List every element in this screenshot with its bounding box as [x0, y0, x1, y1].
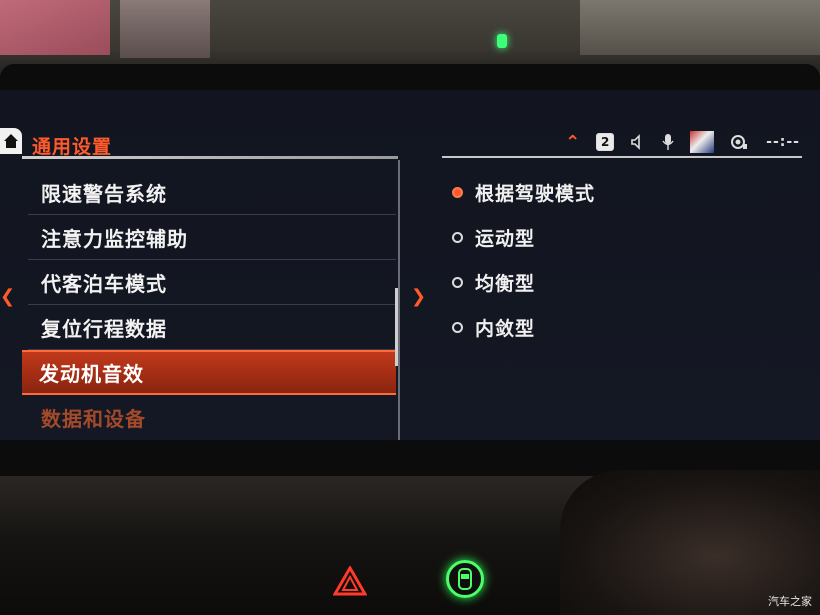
menu-item-speed-limit-warning[interactable]: 限速警告系统: [28, 170, 396, 215]
hazard-icon: [333, 566, 367, 596]
panel-divider: [398, 160, 400, 440]
options-underline: [442, 156, 802, 158]
title-underline: [22, 156, 398, 159]
menu-item-data-and-devices[interactable]: 数据和设备: [28, 395, 396, 440]
menu-item-label: 发动机音效: [39, 362, 144, 386]
menu-item-attention-assist[interactable]: 注意力监控辅助: [28, 215, 396, 260]
status-bar: ⌃ 2 --:--: [565, 131, 800, 153]
option-label: 内敛型: [475, 318, 536, 340]
home-button[interactable]: [0, 128, 22, 154]
radio-icon: [452, 322, 463, 333]
option-balanced[interactable]: 均衡型: [452, 260, 595, 305]
hazard-button[interactable]: [333, 565, 367, 597]
garage-pillar: [120, 0, 210, 58]
menu-item-label: 数据和设备: [41, 407, 146, 431]
radio-icon: [452, 232, 463, 243]
chevron-up-icon[interactable]: ⌃: [565, 132, 580, 153]
option-label: 均衡型: [475, 273, 536, 295]
page-title: 通用设置: [32, 136, 113, 158]
option-label: 根据驾驶模式: [475, 183, 596, 205]
chevron-right-icon[interactable]: ❯: [411, 286, 426, 307]
car-icon: [458, 568, 472, 590]
parking-assist-button[interactable]: [446, 560, 484, 598]
menu-scrollbar[interactable]: [395, 288, 398, 366]
engine-sound-options: 根据驾驶模式 运动型 均衡型 内敛型: [452, 170, 595, 350]
menu-item-reset-trip-data[interactable]: 复位行程数据: [28, 305, 396, 350]
home-icon: [4, 134, 18, 148]
connected-drive-icon[interactable]: [730, 133, 750, 151]
radio-selected-icon: [452, 187, 463, 198]
radio-icon: [452, 277, 463, 288]
option-label: 运动型: [475, 228, 536, 250]
menu-item-label: 限速警告系统: [41, 181, 167, 206]
speaker-icon[interactable]: [630, 134, 646, 150]
option-sport[interactable]: 运动型: [452, 215, 595, 260]
menu-fade: [28, 166, 396, 174]
menu-item-label: 注意力监控辅助: [41, 226, 188, 251]
menu-item-label: 复位行程数据: [41, 316, 167, 341]
media-thumbnail-icon[interactable]: [690, 131, 715, 153]
option-driving-mode[interactable]: 根据驾驶模式: [452, 170, 595, 215]
menu-item-valet-mode[interactable]: 代客泊车模式: [28, 260, 396, 305]
settings-menu: 限速警告系统 注意力监控辅助 代客泊车模式 复位行程数据 发动机音效 数据和设备: [22, 170, 396, 440]
notification-badge[interactable]: 2: [596, 133, 615, 151]
infotainment-screen: 通用设置 ⌃ 2 --:-- 限速警告系统 注意力监控辅助 代客泊车模式 复位行…: [0, 90, 820, 440]
garage-pink-wall: [0, 0, 110, 55]
chevron-left-icon[interactable]: ❮: [0, 286, 15, 307]
garage-window: [580, 0, 820, 55]
clock: --:--: [766, 134, 800, 150]
option-restrained[interactable]: 内敛型: [452, 305, 595, 350]
menu-item-engine-sound[interactable]: 发动机音效: [22, 350, 396, 395]
green-exit-light: [497, 34, 507, 48]
watermark: 汽车之家: [768, 595, 812, 608]
microphone-icon[interactable]: [662, 133, 674, 151]
menu-item-label: 代客泊车模式: [41, 271, 167, 296]
